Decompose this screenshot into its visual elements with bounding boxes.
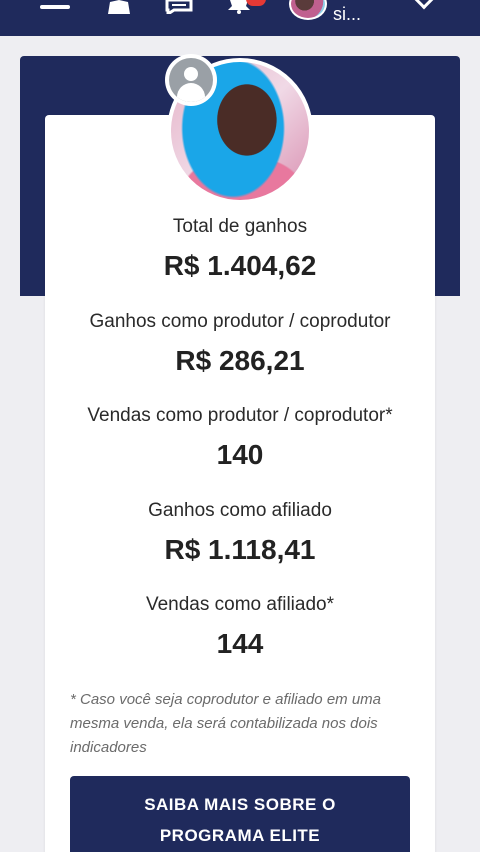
profile-level-badge-icon [165, 54, 217, 106]
stat-affiliate-sales: Vendas como afiliado* 144 [45, 594, 435, 660]
stat-label: Vendas como produtor / coprodutor* [87, 405, 393, 426]
stat-label: Vendas como afiliado* [145, 594, 334, 615]
chevron-down-icon[interactable] [412, 0, 436, 10]
stat-label: Ganhos como produtor / coprodutor [89, 311, 391, 332]
footnote: * Caso você seja coprodutor e afiliado e… [70, 691, 382, 756]
stat-value: R$ 1.404,62 [163, 250, 317, 281]
stat-label: Total de ganhos [172, 216, 308, 237]
chat-icon[interactable] [164, 0, 194, 17]
stat-producer-sales: Vendas como produtor / coprodutor* 140 [45, 405, 435, 471]
stat-affiliate-earnings: Ganhos como afiliado R$ 1.118,41 [45, 500, 435, 566]
menu-icon[interactable] [40, 0, 70, 14]
cta-line-2: PROGRAMA ELITE [159, 826, 321, 845]
user-avatar[interactable] [289, 0, 327, 20]
top-app-bar: si... [0, 0, 480, 36]
stat-total-earnings: Total de ganhos R$ 1.404,62 [45, 216, 435, 282]
username[interactable]: si... [333, 4, 361, 25]
stat-label: Ganhos como afiliado [148, 500, 332, 521]
stat-value: R$ 1.118,41 [164, 534, 316, 565]
cta-line-1: SAIBA MAIS SOBRE O [144, 795, 336, 814]
stat-producer-earnings: Ganhos como produtor / coprodutor R$ 286… [45, 311, 435, 377]
elite-program-button[interactable]: SAIBA MAIS SOBRE O PROGRAMA ELITE [70, 776, 410, 852]
bell-icon[interactable] [224, 0, 266, 14]
people-icon[interactable] [104, 0, 134, 14]
notification-badge [246, 0, 266, 6]
stat-value: 140 [216, 439, 264, 470]
stat-value: 144 [216, 628, 264, 659]
stat-value: R$ 286,21 [175, 345, 305, 376]
